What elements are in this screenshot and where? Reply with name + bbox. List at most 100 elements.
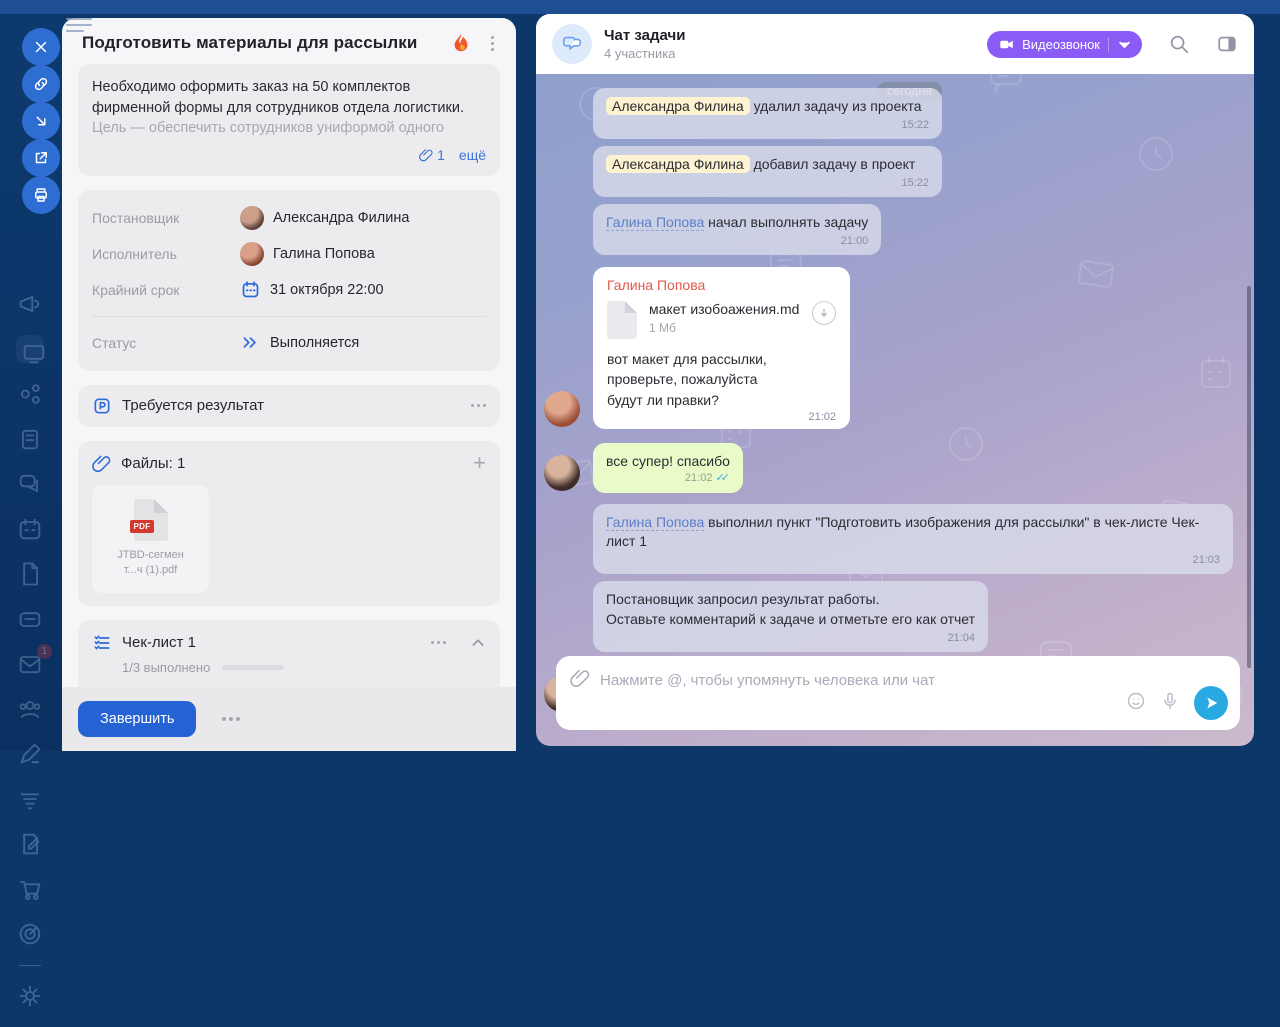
cart-icon[interactable] <box>16 875 44 903</box>
fire-priority-icon <box>450 32 472 54</box>
download-icon[interactable] <box>22 102 60 140</box>
complete-button[interactable]: Завершить <box>78 701 196 737</box>
calendar-icon[interactable] <box>16 515 44 543</box>
chats-icon[interactable] <box>16 470 44 498</box>
checklist-menu-icon[interactable] <box>431 641 446 644</box>
external-link-icon[interactable] <box>22 139 60 177</box>
add-file-icon[interactable]: + <box>473 454 486 472</box>
filter-icon[interactable] <box>16 785 44 813</box>
task-menu-icon[interactable] <box>482 33 502 53</box>
attachments-count[interactable]: 1 <box>419 147 445 163</box>
system-message[interactable]: Александра Филина удалил задачу из проек… <box>593 88 942 139</box>
file-tile[interactable]: PDF JTBD-сегмен т...ч (1).pdf <box>92 485 209 593</box>
pdf-file-icon: PDF <box>134 499 168 541</box>
system-message[interactable]: Постановщик запросил результат работы. О… <box>593 581 988 652</box>
system-message[interactable]: Галина Попова начал выполнять задачу 21:… <box>593 204 881 255</box>
user-link[interactable]: Галина Попова <box>606 214 704 231</box>
reply-message[interactable]: все супер! спасибо 21:02 ✓✓ <box>593 443 743 493</box>
viewer-action-stack <box>22 28 60 214</box>
message-time: 21:04 <box>606 631 975 646</box>
link-icon[interactable] <box>22 65 60 103</box>
video-call-label: Видеозвонок <box>1022 37 1100 52</box>
chat-panel: Чат задачи 4 участника Видеозвонок Алекс… <box>536 14 1254 746</box>
megaphone-icon[interactable] <box>16 290 44 318</box>
message-time: 15:22 <box>606 118 929 133</box>
screen-icon[interactable] <box>16 335 44 363</box>
avatar[interactable] <box>544 391 580 427</box>
fields-divider <box>92 316 486 317</box>
chat-bubbles-icon <box>561 33 583 55</box>
share-icon[interactable] <box>16 380 44 408</box>
author-value[interactable]: Александра Филина <box>240 206 409 230</box>
file-message[interactable]: Галина Попова макет изобоажения.md 1 Мб … <box>593 267 850 429</box>
deadline-label: Крайний срок <box>92 282 240 298</box>
task-description: Необходимо оформить заказ на 50 комплект… <box>92 77 486 118</box>
message-text: Постановщик запросил результат работы. О… <box>606 591 975 627</box>
print-icon[interactable] <box>22 176 60 214</box>
assignee-value[interactable]: Галина Попова <box>240 242 375 266</box>
chevron-down-icon[interactable] <box>1117 37 1132 52</box>
task-description-card[interactable]: Необходимо оформить заказ на 50 комплект… <box>78 64 500 176</box>
microphone-icon[interactable] <box>1160 691 1180 716</box>
attach-file-icon[interactable] <box>570 668 590 693</box>
attached-file-name[interactable]: макет изобоажения.md <box>649 301 800 317</box>
task-panel: Подготовить материалы для рассылки Необх… <box>62 18 516 751</box>
message-time: 21:02 <box>607 411 836 423</box>
deadline-value[interactable]: 31 октября 22:00 <box>240 279 384 300</box>
user-chip[interactable]: Александра Филина <box>606 97 750 115</box>
checklist-progress-bar <box>222 665 284 670</box>
message-time: 21:02 <box>685 471 713 486</box>
message-author[interactable]: Галина Попова <box>607 277 836 293</box>
message-text: начал выполнять задачу <box>708 214 868 230</box>
message-text: добавил задачу в проект <box>754 156 916 172</box>
author-label: Постановщик <box>92 210 240 226</box>
message-input-box[interactable] <box>556 656 1240 730</box>
chat-scrollbar[interactable] <box>1247 286 1251 668</box>
avatar <box>240 242 264 266</box>
result-icon <box>92 396 112 416</box>
result-section-label: Требуется результат <box>122 397 461 414</box>
attached-file-size: 1 Мб <box>649 321 800 335</box>
paperclip-icon <box>92 454 111 473</box>
message-text: вот макет для рассылки, проверьте, пожал… <box>607 349 836 410</box>
target-icon[interactable] <box>16 920 44 948</box>
message-text: все супер! спасибо <box>606 453 730 469</box>
emoji-icon[interactable] <box>1126 691 1146 716</box>
menu-icon[interactable] <box>66 18 92 32</box>
user-link[interactable]: Галина Попова <box>606 514 704 531</box>
result-section[interactable]: Требуется результат <box>78 385 500 427</box>
doc-edit-icon[interactable] <box>16 830 44 858</box>
system-message[interactable]: Галина Попова выполнил пункт "Подготовит… <box>593 504 1233 575</box>
clipboard-icon[interactable] <box>16 425 44 453</box>
message-time: 21:00 <box>606 234 868 249</box>
toggle-sidebar-icon[interactable] <box>1216 33 1238 55</box>
sidebar-divider <box>19 965 41 966</box>
inbox-icon[interactable] <box>16 605 44 633</box>
video-camera-icon <box>999 37 1014 52</box>
video-call-button[interactable]: Видеозвонок <box>987 31 1142 58</box>
people-icon[interactable] <box>16 695 44 723</box>
user-chip[interactable]: Александра Филина <box>606 155 750 173</box>
pencil-icon[interactable] <box>16 740 44 768</box>
document-icon[interactable] <box>16 560 44 588</box>
close-icon[interactable] <box>22 28 60 66</box>
avatar[interactable] <box>544 455 580 491</box>
search-icon[interactable] <box>1168 33 1190 55</box>
checklist-icon <box>92 633 112 653</box>
result-menu-icon[interactable] <box>471 404 486 407</box>
message-list[interactable]: Александра Филина 15:21 сегодня Александ… <box>536 74 1254 644</box>
message-text: удалил задачу из проекта <box>754 98 922 114</box>
chevron-up-icon[interactable] <box>470 635 486 651</box>
mail-icon[interactable]: 1 <box>16 650 44 678</box>
footer-menu-icon[interactable] <box>222 717 240 721</box>
chat-avatar[interactable] <box>552 24 592 64</box>
gear-icon[interactable] <box>16 982 44 1010</box>
checklist-progress-label: 1/3 выполнено <box>122 660 210 675</box>
system-message[interactable]: Александра Филина добавил задачу в проек… <box>593 146 942 197</box>
message-time: 15:22 <box>606 176 929 191</box>
task-footer: Завершить <box>62 687 516 751</box>
description-more-link[interactable]: ещё <box>459 147 486 163</box>
status-value[interactable]: Выполняется <box>240 332 359 353</box>
download-file-icon[interactable] <box>812 301 836 325</box>
send-button[interactable] <box>1194 686 1228 720</box>
